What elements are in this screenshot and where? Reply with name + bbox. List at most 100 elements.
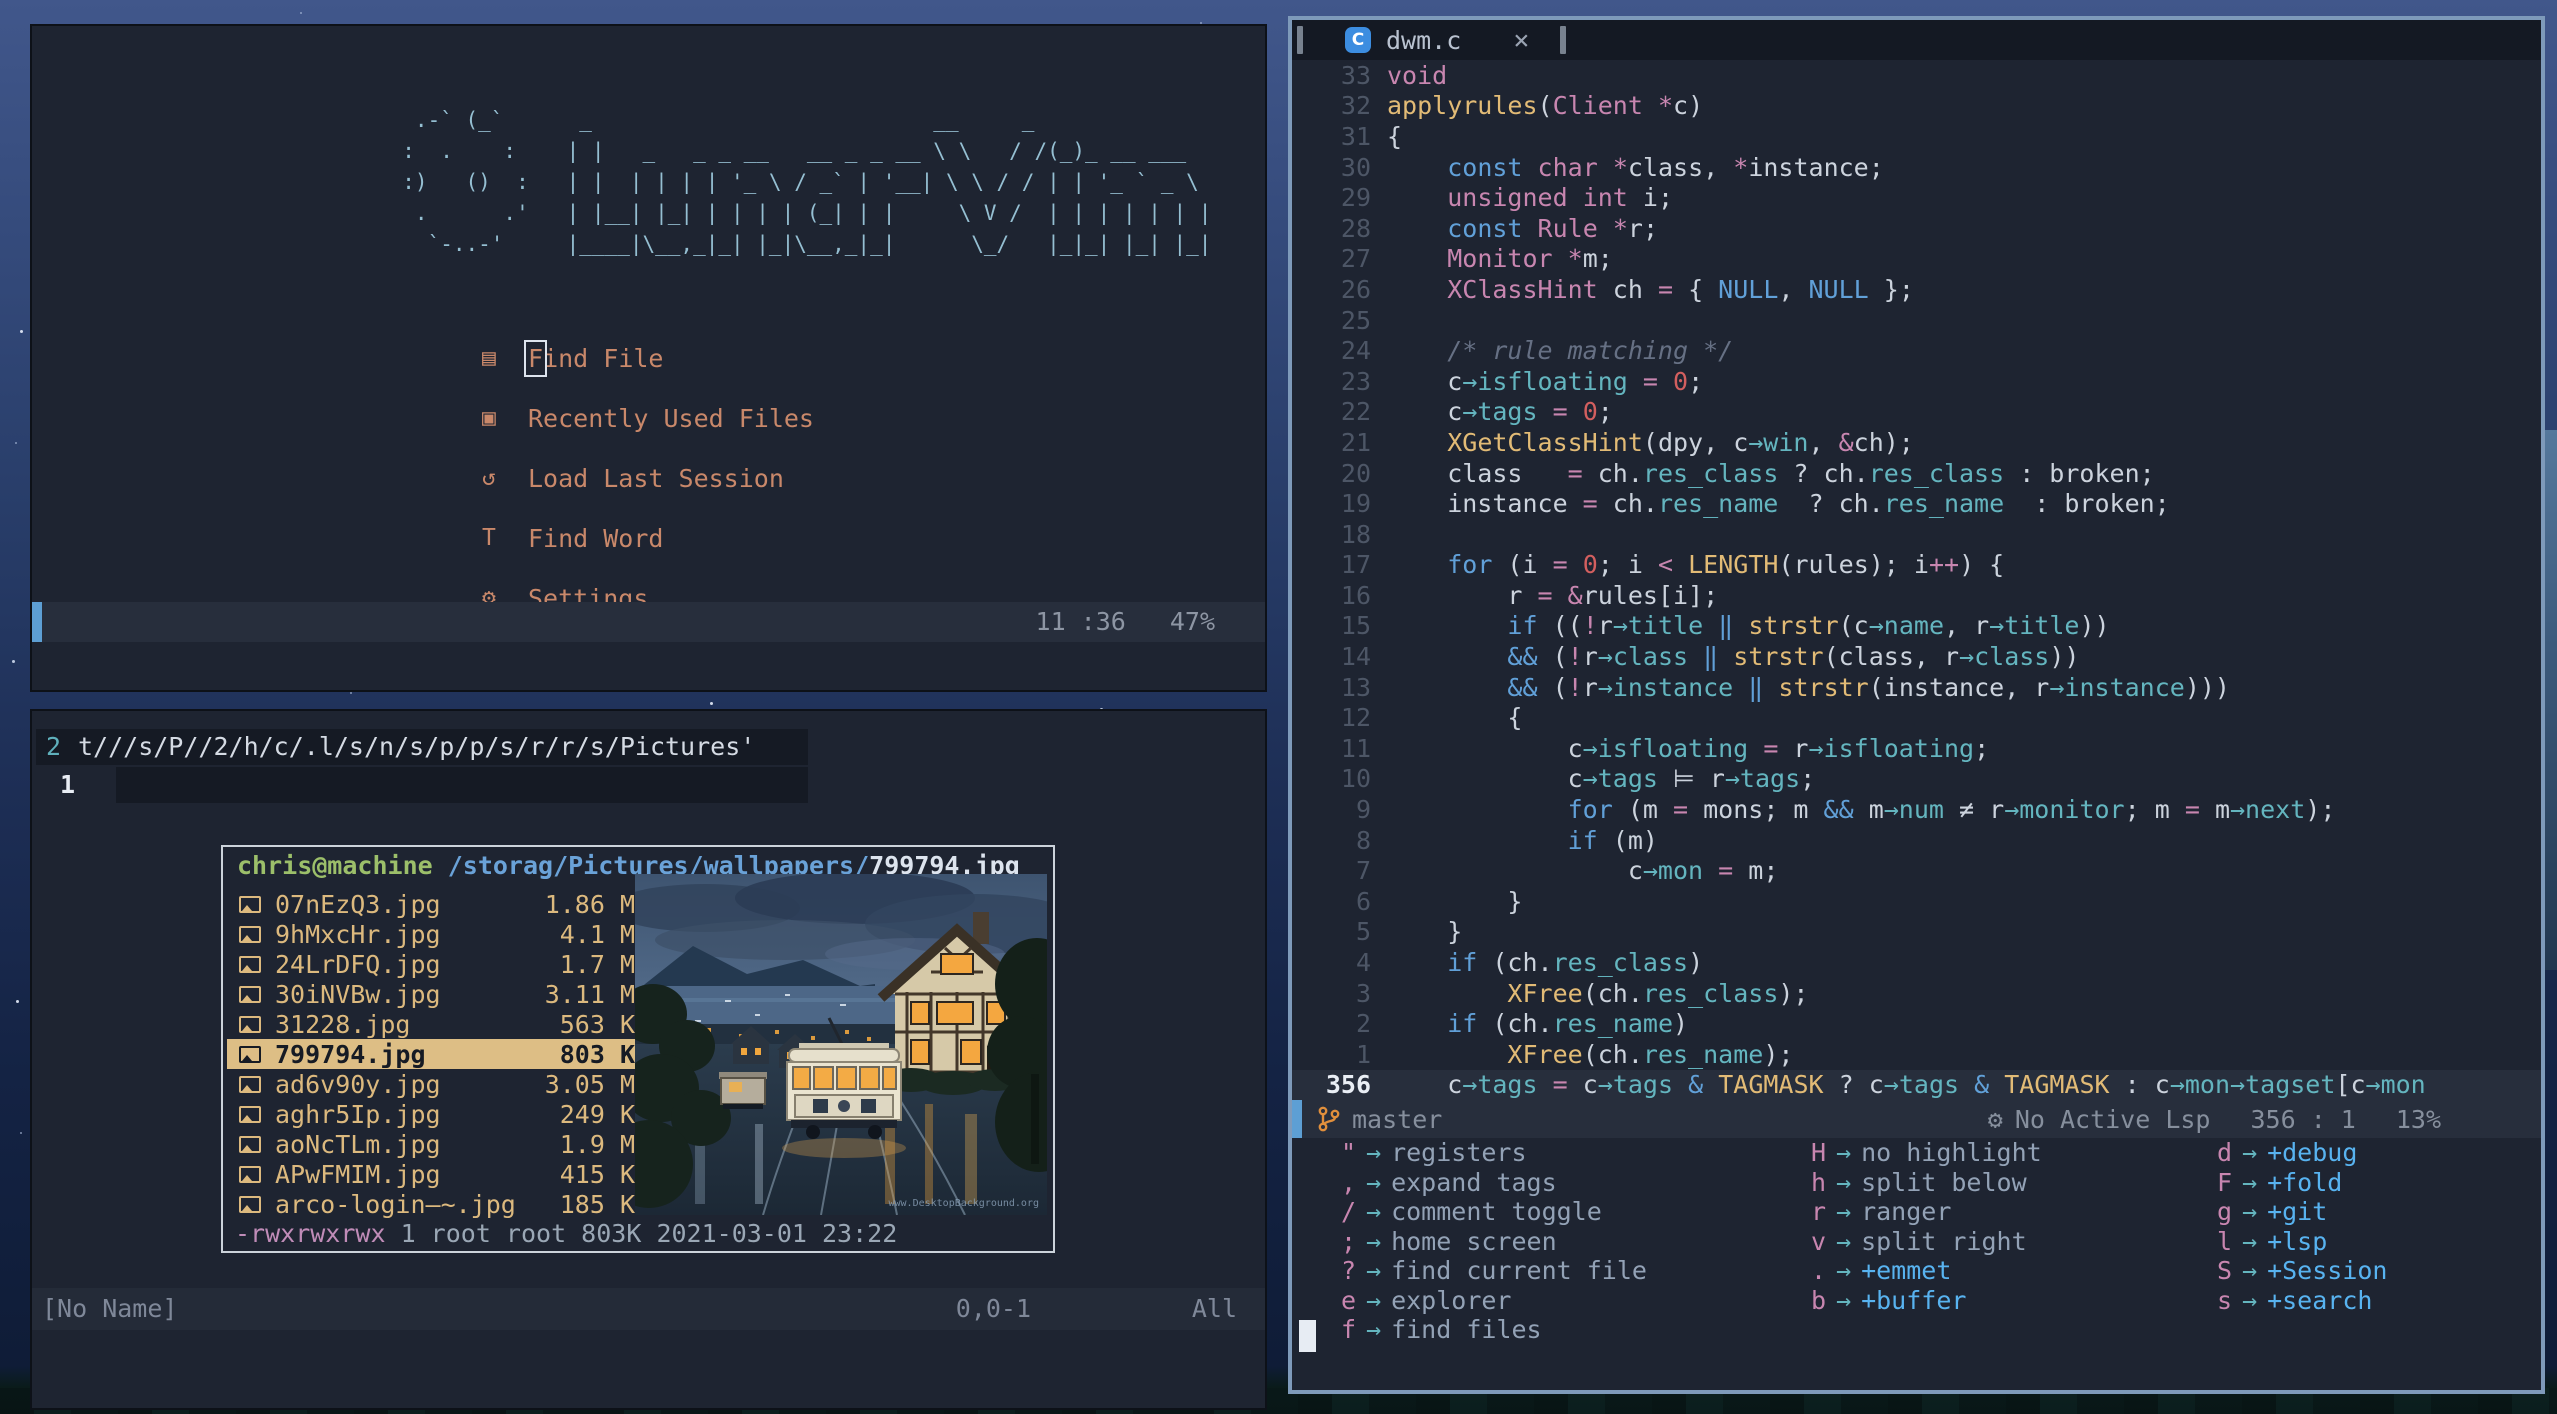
code-token: →instance [1597, 672, 1734, 702]
code-line[interactable]: 6 } [1292, 886, 2541, 917]
keybind-description: no highlight [1861, 1138, 2042, 1168]
code-token: if [1567, 825, 1598, 855]
file-list-item[interactable]: 31228.jpg 563 K [227, 1009, 643, 1039]
code-line[interactable]: 23 c→isfloating = 0; [1292, 366, 2541, 397]
code-line[interactable]: 22 c→tags = 0; [1292, 397, 2541, 428]
keybind-description: +lsp [2267, 1226, 2328, 1256]
which-key-binding: ; → home screen [1338, 1227, 1808, 1256]
file-list-item[interactable]: aghr5Ip.jpg 249 K [227, 1099, 643, 1129]
code-token: →title [1989, 611, 2080, 641]
file-list-item[interactable]: 07nEzQ3.jpg 1.86 M [227, 889, 643, 919]
code-line[interactable]: 28 const Rule *r; [1292, 213, 2541, 244]
file-list-item[interactable]: aoNcTLm.jpg 1.9 M [227, 1129, 643, 1159]
code-line[interactable]: 31 { [1292, 121, 2541, 152]
code-line[interactable]: 17 for (i = 0; i < LENGTH(rules); i++) { [1292, 550, 2541, 581]
code-line[interactable]: 30 const char *class, *instance; [1292, 152, 2541, 183]
code-line[interactable]: 10 c→tags ⊨ r→tags; [1292, 764, 2541, 795]
image-file-icon [239, 1015, 261, 1033]
file-list-item[interactable]: 799794.jpg 803 K [227, 1039, 643, 1069]
code-token: res_name [1883, 489, 2005, 519]
code-line[interactable]: 16 r = &rules[i]; [1292, 580, 2541, 611]
code-line[interactable]: 13 && (!r→instance ‖ strstr(instance, r→… [1292, 672, 2541, 703]
dashboard-menu-item[interactable]: T Find Word [482, 508, 814, 568]
arrow-icon: → [2242, 1138, 2258, 1168]
tab-close-icon[interactable]: × [1513, 25, 1529, 56]
code-token: = [1552, 1070, 1568, 1100]
code-line[interactable]: 26 XClassHint ch = { NULL, NULL }; [1292, 274, 2541, 305]
code-line[interactable]: 24 /* rule matching */ [1292, 335, 2541, 366]
image-file-icon [239, 985, 261, 1003]
code-line[interactable]: 32 applyrules(Client *c) [1292, 91, 2541, 122]
line-number: 1 [60, 770, 76, 799]
code-line[interactable]: 20 class = ch.res_class ? ch.res_class :… [1292, 458, 2541, 489]
code-line[interactable]: 4 if (ch.res_class) [1292, 947, 2541, 978]
file-list-item[interactable]: 9hMxcHr.jpg 4.1 M [227, 919, 643, 949]
image-file-icon [239, 1045, 261, 1063]
code-line[interactable]: 12 { [1292, 702, 2541, 733]
code-line[interactable]: 19 instance = ch.res_name ? ch.res_name … [1292, 488, 2541, 519]
code-token: & [1567, 580, 1583, 610]
code-token: /* rule matching */ [1447, 336, 1734, 366]
code-editing-area[interactable]: 33 void 32 applyrules(Client *c) 31{30 const… [1292, 60, 2541, 1101]
line-number: 24 [1340, 336, 1371, 366]
code-line[interactable]: 356 c→tags = c→tags & TAGMASK ? c→tags &… [1292, 1069, 2541, 1101]
tab-title: dwm.c [1386, 25, 1462, 55]
code-token: { [1387, 703, 1523, 733]
code-token: = [2184, 795, 2200, 825]
code-line[interactable]: 18 [1292, 519, 2541, 550]
code-token: * [1733, 152, 1749, 182]
keybind-description: comment toggle [1391, 1197, 1602, 1227]
code-line[interactable]: 14 && (!r→class ‖ strstr(class, r→class)… [1292, 641, 2541, 672]
code-line[interactable]: 2 if (ch.res_name) [1292, 1008, 2541, 1039]
line-number: 11 [1340, 733, 1371, 763]
code-text: if (ch.res_name) [1387, 1009, 1688, 1038]
code-text: applyrules(Client *c) [1387, 91, 1703, 120]
code-line[interactable]: 11 c→isfloating = r→isfloating; [1292, 733, 2541, 764]
code-line[interactable]: 15 if ((!r→title ‖ strstr(c→name, r→titl… [1292, 611, 2541, 642]
dashboard-menu-item[interactable]: ▣ Recently Used Files [482, 388, 814, 448]
dashboard-menu-item[interactable]: ▤ Find File [482, 328, 814, 388]
which-key-binding: f → find files [1338, 1315, 1808, 1344]
code-token: * [1657, 91, 1674, 121]
file-list-item[interactable]: arco-login—~.jpg 185 K [227, 1189, 643, 1219]
file-list-item[interactable]: APwFMIM.jpg 415 K [227, 1159, 643, 1189]
load-session-icon: ↺ [482, 465, 496, 491]
code-text: c→isfloating = 0; [1387, 367, 1703, 396]
code-line[interactable]: 1 XFree(ch.res_name); [1292, 1039, 2541, 1070]
keybind-description: home screen [1391, 1226, 1557, 1256]
code-line[interactable]: 25 [1292, 305, 2541, 336]
tab-dwm-c[interactable]: C dwm.c × [1345, 25, 1530, 56]
code-line[interactable]: 9 for (m = mons; m && m→num ≠ r→monitor;… [1292, 794, 2541, 825]
code-text: && (!r→instance ‖ strstr(instance, r→ins… [1387, 673, 2230, 702]
code-line[interactable]: 8 if (m) [1292, 825, 2541, 856]
code-text: XClassHint ch = { NULL, NULL }; [1387, 275, 1914, 304]
code-line[interactable]: 7 c→mon = m; [1292, 855, 2541, 886]
code-line[interactable]: 27 Monitor *m; [1292, 244, 2541, 275]
code-line[interactable]: 21 XGetClassHint(dpy, c→win, &ch); [1292, 427, 2541, 458]
code-text: instance = ch.res_name ? ch.res_name : b… [1387, 489, 2170, 518]
git-branch-name: master [1352, 1104, 1443, 1134]
keybind-key: ; [1340, 1226, 1356, 1256]
line-number: 23 [1340, 366, 1371, 396]
statusline-progress: 47% [1169, 607, 1215, 636]
file-list-item[interactable]: ad6v90y.jpg 3.05 M [227, 1069, 643, 1099]
code-line[interactable]: 33 void [1292, 60, 2541, 91]
file-list-item[interactable]: 30iNVBw.jpg 3.11 M [227, 979, 643, 1009]
line-number: 15 [1340, 611, 1371, 641]
arrow-icon: → [1366, 1285, 1382, 1315]
code-text: { [1387, 122, 1402, 151]
code-line[interactable]: 29 unsigned int i; [1292, 182, 2541, 213]
dashboard-menu-item[interactable]: ↺ Load Last Session [482, 448, 814, 508]
buffer-text[interactable]: t///s/P//2/h/c/.l/s/n/s/p/p/s/r/r/s/Pict… [78, 729, 755, 765]
file-list-item[interactable]: 24LrDFQ.jpg 1.7 M [227, 949, 643, 979]
line-number: 26 [1340, 274, 1371, 304]
code-text: if (m) [1387, 826, 1658, 855]
code-line[interactable]: 3 XFree(ch.res_class); [1292, 978, 2541, 1009]
code-line[interactable]: 5 } [1292, 917, 2541, 948]
code-token: TAGMASK [1718, 1070, 1824, 1100]
